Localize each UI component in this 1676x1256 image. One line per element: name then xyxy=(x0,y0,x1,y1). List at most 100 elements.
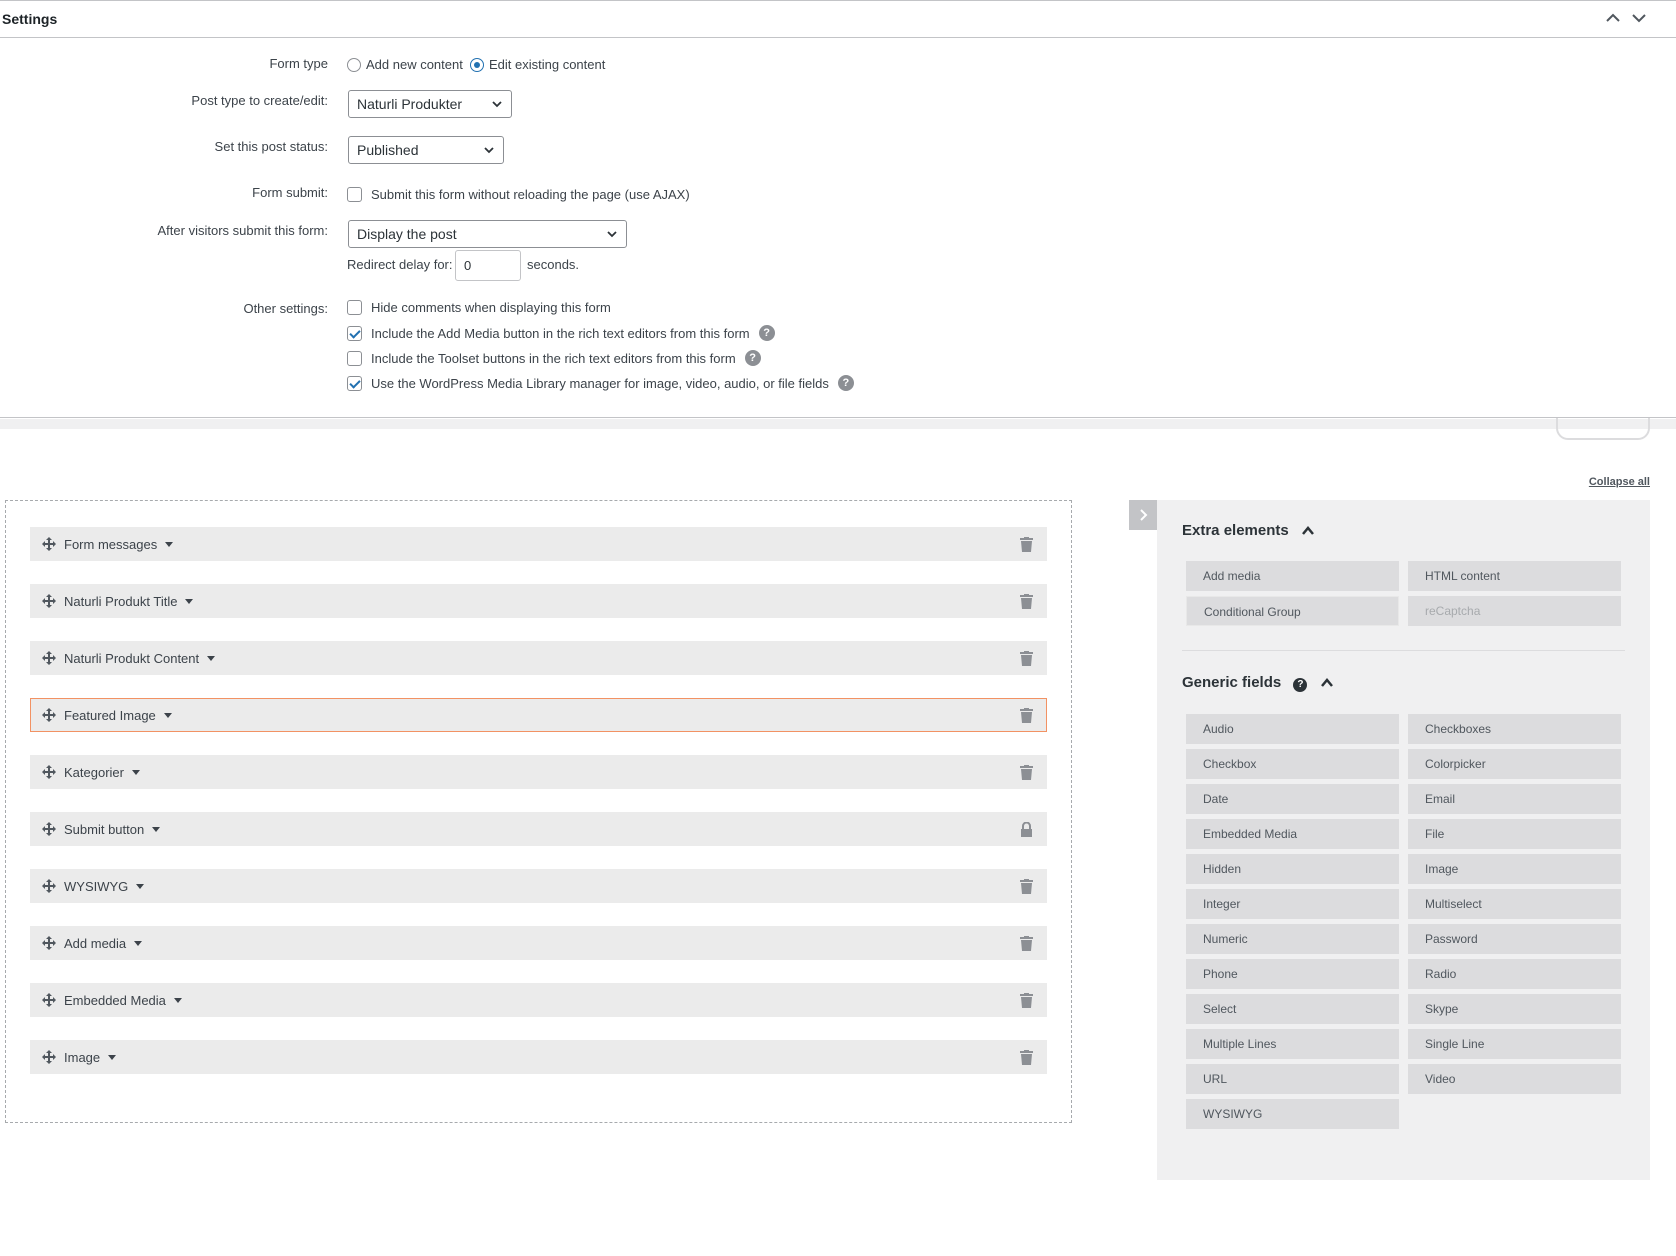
move-icon[interactable] xyxy=(42,936,56,950)
field-row[interactable]: Submit button xyxy=(30,812,1047,846)
trash-icon[interactable] xyxy=(1020,993,1033,1008)
hide-comments-option[interactable]: Hide comments when displaying this form xyxy=(347,300,611,315)
caret-down-icon[interactable] xyxy=(173,998,182,1003)
tile-conditional-group[interactable]: Conditional Group xyxy=(1186,596,1399,626)
move-icon[interactable] xyxy=(42,822,56,836)
tile-html-content[interactable]: HTML content xyxy=(1408,561,1621,591)
tile-wysiwyg[interactable]: WYSIWYG xyxy=(1186,1099,1399,1129)
field-name[interactable]: Naturli Produkt Title xyxy=(64,594,194,609)
help-icon[interactable]: ? xyxy=(837,375,854,391)
tile-recaptcha[interactable]: reCaptcha xyxy=(1408,596,1621,626)
tile-phone[interactable]: Phone xyxy=(1186,959,1399,989)
move-icon[interactable] xyxy=(42,1050,56,1064)
field-row[interactable]: Naturli Produkt Content xyxy=(30,641,1047,675)
collapse-all-link[interactable]: Collapse all xyxy=(1589,476,1650,488)
tile-skype[interactable]: Skype xyxy=(1408,994,1621,1024)
tile-file[interactable]: File xyxy=(1408,819,1621,849)
field-name[interactable]: Submit button xyxy=(64,822,161,837)
field-row[interactable]: WYSIWYG xyxy=(30,869,1047,903)
help-icon[interactable]: ? xyxy=(744,350,761,366)
help-icon[interactable]: ? xyxy=(1293,678,1308,692)
caret-down-icon[interactable] xyxy=(136,884,145,889)
caret-down-icon[interactable] xyxy=(207,656,216,661)
post-status-select[interactable]: Published xyxy=(348,136,504,164)
tile-radio[interactable]: Radio xyxy=(1408,959,1621,989)
tile-checkboxes[interactable]: Checkboxes xyxy=(1408,714,1621,744)
redirect-delay-input[interactable] xyxy=(455,250,521,281)
tile-image[interactable]: Image xyxy=(1408,854,1621,884)
add-media-button-option[interactable]: Include the Add Media button in the rich… xyxy=(347,325,775,341)
trash-icon[interactable] xyxy=(1020,537,1033,552)
toggle-pill[interactable] xyxy=(1556,418,1650,440)
caret-down-icon[interactable] xyxy=(108,1055,117,1060)
radio-add-new[interactable]: Add new content xyxy=(347,57,463,72)
trash-icon[interactable] xyxy=(1020,765,1033,780)
tile-colorpicker[interactable]: Colorpicker xyxy=(1408,749,1621,779)
trash-icon[interactable] xyxy=(1020,708,1033,723)
field-name[interactable]: Kategorier xyxy=(64,765,140,780)
caret-down-icon[interactable] xyxy=(185,599,194,604)
field-name[interactable]: Embedded Media xyxy=(64,993,182,1008)
caret-down-icon[interactable] xyxy=(152,827,161,832)
field-name[interactable]: Naturli Produkt Content xyxy=(64,651,216,666)
tile-integer[interactable]: Integer xyxy=(1186,889,1399,919)
field-row[interactable]: Form messages xyxy=(30,527,1047,561)
field-name[interactable]: Add media xyxy=(64,936,143,951)
move-icon[interactable] xyxy=(42,993,56,1007)
field-row[interactable]: Image xyxy=(30,1040,1047,1074)
checkbox[interactable] xyxy=(347,187,362,202)
tile-embedded-media[interactable]: Embedded Media xyxy=(1186,819,1399,849)
radio-edit-existing[interactable]: Edit existing content xyxy=(470,57,605,72)
tile-email[interactable]: Email xyxy=(1408,784,1621,814)
sidebar-toggle-button[interactable] xyxy=(1129,500,1159,530)
chevron-down-icon[interactable] xyxy=(1630,9,1648,27)
post-type-select[interactable]: Naturli Produkter xyxy=(348,90,512,118)
move-icon[interactable] xyxy=(42,708,56,722)
chevron-up-icon[interactable] xyxy=(1301,525,1315,537)
help-icon[interactable]: ? xyxy=(758,325,775,341)
field-row[interactable]: Naturli Produkt Title xyxy=(30,584,1047,618)
tile-hidden[interactable]: Hidden xyxy=(1186,854,1399,884)
tile-audio[interactable]: Audio xyxy=(1186,714,1399,744)
field-row-active[interactable]: Featured Image xyxy=(30,698,1047,732)
field-name[interactable]: Featured Image xyxy=(64,708,172,723)
field-name[interactable]: WYSIWYG xyxy=(64,879,145,894)
move-icon[interactable] xyxy=(42,765,56,779)
radio-button[interactable] xyxy=(347,57,361,72)
extra-elements-title[interactable]: Extra elements xyxy=(1182,522,1315,539)
trash-icon[interactable] xyxy=(1020,594,1033,609)
trash-icon[interactable] xyxy=(1020,879,1033,894)
field-name[interactable]: Form messages xyxy=(64,537,174,552)
caret-down-icon[interactable] xyxy=(131,770,140,775)
trash-icon[interactable] xyxy=(1020,936,1033,951)
caret-down-icon[interactable] xyxy=(165,542,174,547)
field-row[interactable]: Kategorier xyxy=(30,755,1047,789)
move-icon[interactable] xyxy=(42,594,56,608)
caret-down-icon[interactable] xyxy=(163,713,172,718)
toolset-buttons-option[interactable]: Include the Toolset buttons in the rich … xyxy=(347,350,761,366)
caret-down-icon[interactable] xyxy=(134,941,143,946)
field-row[interactable]: Embedded Media xyxy=(30,983,1047,1017)
tile-password[interactable]: Password xyxy=(1408,924,1621,954)
tile-date[interactable]: Date xyxy=(1186,784,1399,814)
move-icon[interactable] xyxy=(42,651,56,665)
tile-add-media[interactable]: Add media xyxy=(1186,561,1399,591)
settings-header[interactable]: Settings xyxy=(0,1,1676,38)
trash-icon[interactable] xyxy=(1020,1050,1033,1065)
checkbox[interactable] xyxy=(347,300,362,315)
tile-select[interactable]: Select xyxy=(1186,994,1399,1024)
checkbox[interactable] xyxy=(347,325,362,341)
tile-numeric[interactable]: Numeric xyxy=(1186,924,1399,954)
tile-url[interactable]: URL xyxy=(1186,1064,1399,1094)
tile-multiple-lines[interactable]: Multiple Lines xyxy=(1186,1029,1399,1059)
after-submit-select[interactable]: Display the post xyxy=(348,220,627,248)
chevron-up-icon[interactable] xyxy=(1320,677,1334,689)
tile-checkbox[interactable]: Checkbox xyxy=(1186,749,1399,779)
tile-video[interactable]: Video xyxy=(1408,1064,1621,1094)
chevron-up-icon[interactable] xyxy=(1604,9,1622,27)
field-row[interactable]: Add media xyxy=(30,926,1047,960)
generic-fields-title[interactable]: Generic fields ? xyxy=(1182,674,1334,692)
form-builder-canvas[interactable]: Form messages Naturli Produkt Title Natu… xyxy=(5,500,1072,1123)
move-icon[interactable] xyxy=(42,879,56,893)
move-icon[interactable] xyxy=(42,537,56,551)
